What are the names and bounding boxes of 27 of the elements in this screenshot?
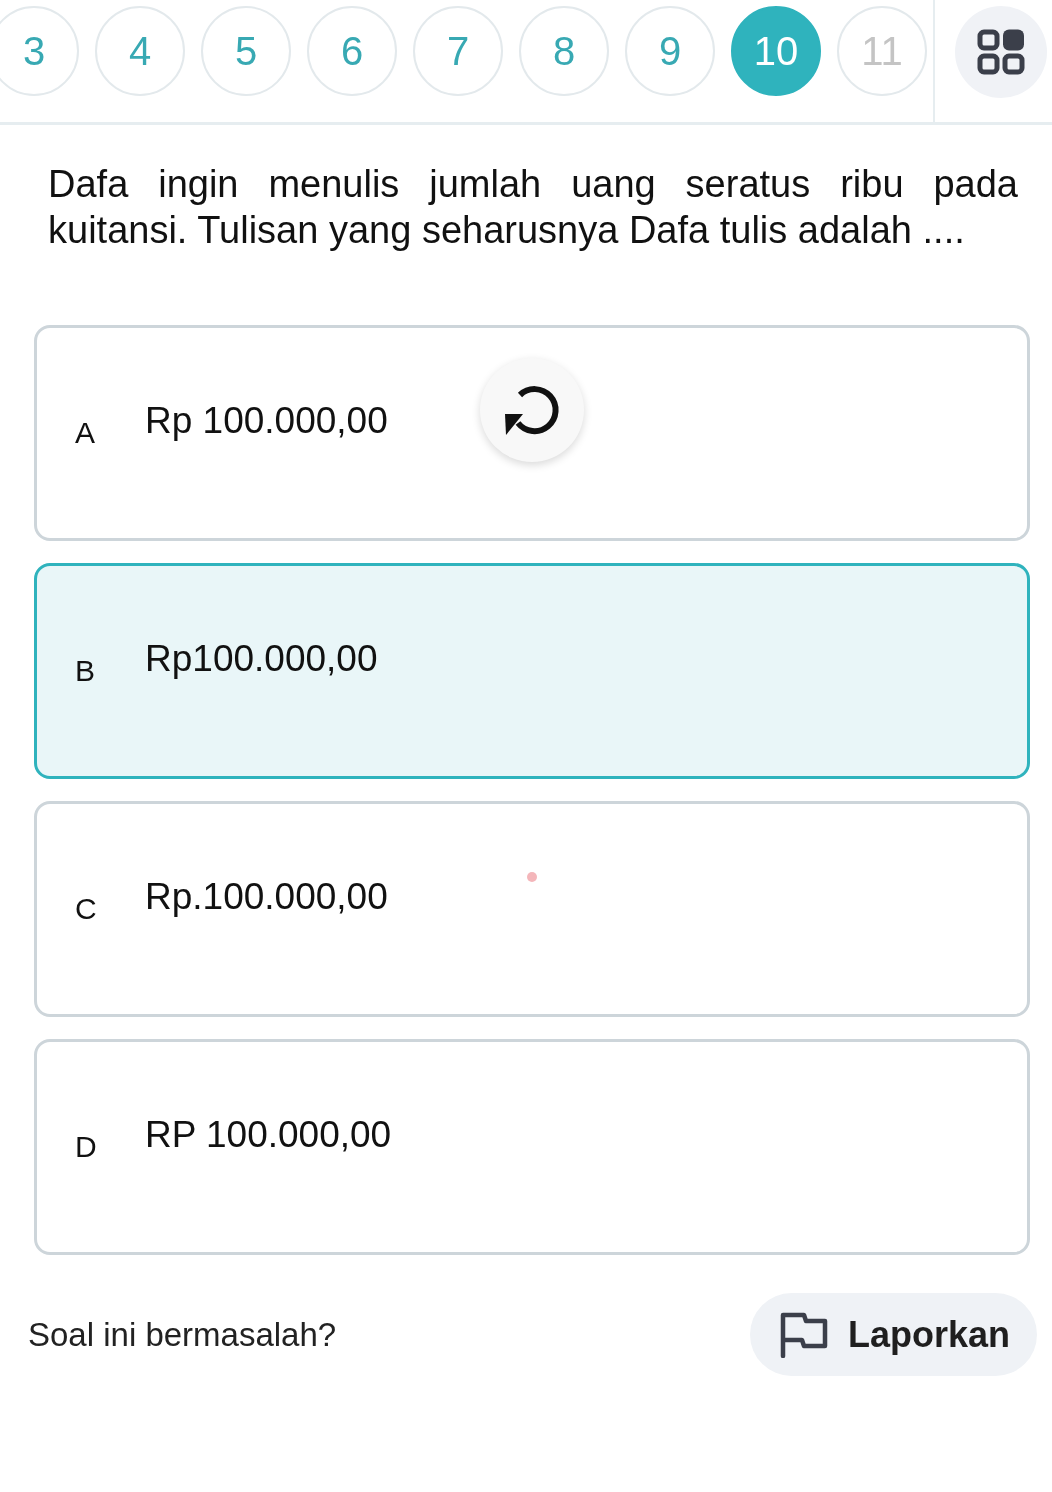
refresh-icon [504, 383, 560, 437]
report-prompt: Soal ini bermasalah? [28, 1314, 337, 1355]
answer-option[interactable]: B Rp100.000,00 [34, 563, 1030, 779]
flag-icon [780, 1311, 828, 1358]
option-letter: D [75, 1132, 98, 1162]
grid-icon [977, 29, 1025, 75]
question-number-button[interactable]: 6 [307, 6, 397, 96]
question-number-button[interactable]: 3 [0, 6, 79, 96]
answer-option[interactable]: C Rp.100.000,00 [34, 801, 1030, 1017]
option-letter: C [75, 894, 98, 924]
question-text: Dafa ingin menulis jumlah uang seratus ribu pada kuitansi. Tulisan yang seharusnya Dafa tulis adalah .... [48, 162, 1018, 253]
question-number-button[interactable]: 11 [837, 6, 927, 96]
question-number-button[interactable]: 7 [413, 6, 503, 96]
option-letter: A [75, 418, 96, 448]
option-letter: B [75, 656, 96, 686]
option-text: RP 100.000,00 [145, 1115, 392, 1153]
report-button[interactable]: Laporkan [750, 1293, 1037, 1376]
question-number-button[interactable]: 10 [731, 6, 821, 96]
answer-option[interactable]: A Rp 100.000,00 [34, 325, 1030, 541]
question-number-button[interactable]: 5 [201, 6, 291, 96]
option-text: Rp100.000,00 [145, 639, 378, 677]
option-text: Rp 100.000,00 [145, 401, 388, 439]
question-number-button[interactable]: 9 [625, 6, 715, 96]
option-text: Rp.100.000,00 [145, 877, 388, 915]
answer-option[interactable]: D RP 100.000,00 [34, 1039, 1030, 1255]
question-number-button[interactable]: 8 [519, 6, 609, 96]
question-number-button[interactable]: 4 [95, 6, 185, 96]
